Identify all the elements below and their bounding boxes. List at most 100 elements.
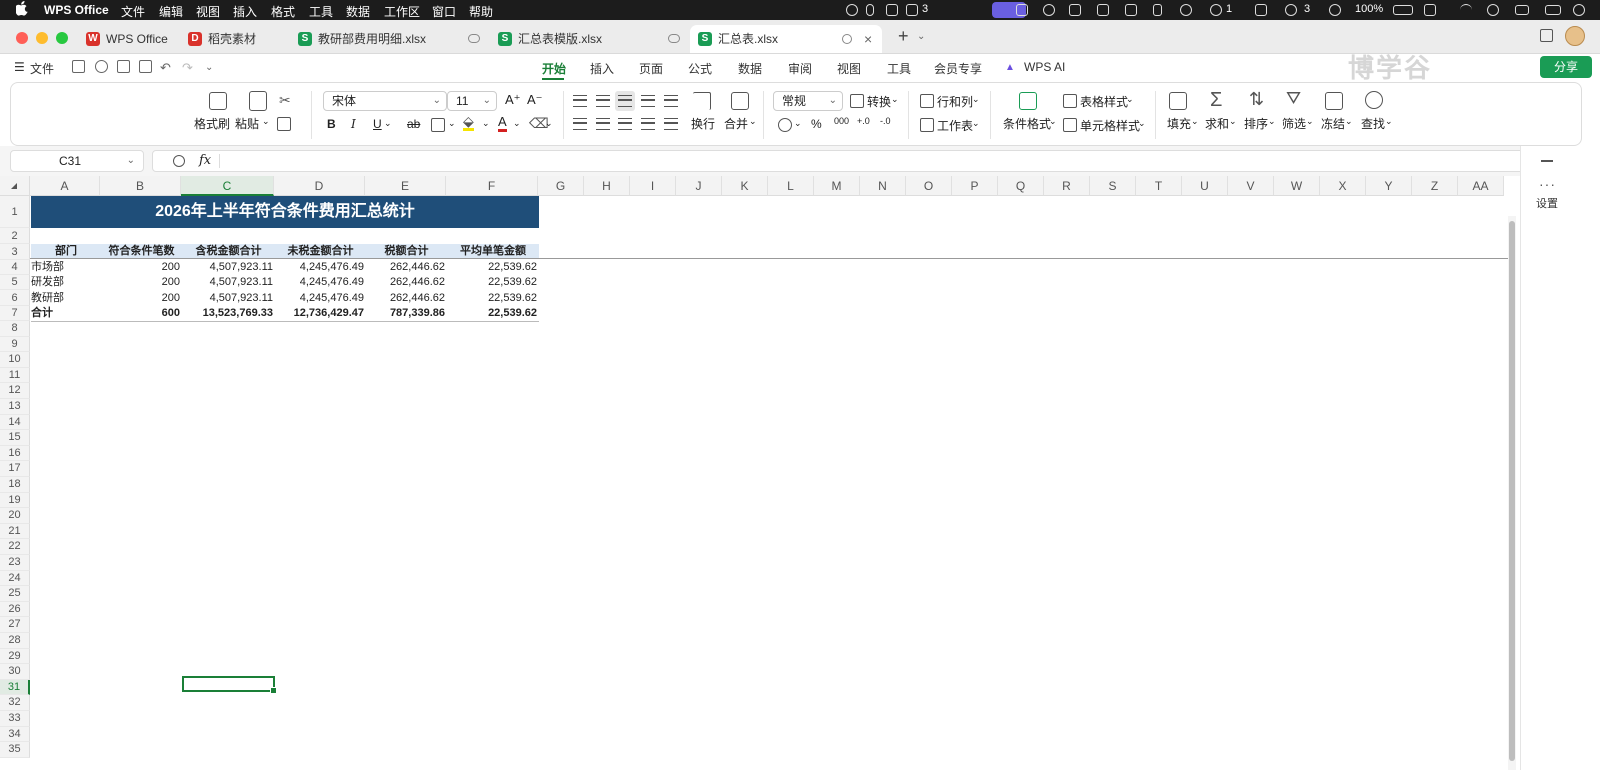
row-header-5[interactable]: 5: [0, 275, 30, 290]
underline-icon[interactable]: U: [373, 117, 382, 131]
cell-style-chevron-icon[interactable]: ⌄: [1138, 118, 1146, 129]
bilibili-icon[interactable]: [1069, 4, 1081, 16]
row-header-8[interactable]: 8: [0, 321, 30, 337]
menubar-edit[interactable]: 编辑: [159, 3, 183, 20]
tab-wps-office[interactable]: W WPS Office: [78, 25, 176, 53]
siri-icon[interactable]: [1573, 4, 1585, 16]
row-header-25[interactable]: 25: [0, 586, 30, 602]
row-header-31[interactable]: 31: [0, 679, 30, 696]
freeze-chevron-icon[interactable]: ⌄: [1345, 116, 1353, 127]
new-tab-icon[interactable]: +: [898, 26, 909, 47]
shirt-icon[interactable]: [906, 4, 918, 16]
row-header-12[interactable]: 12: [0, 383, 30, 399]
chat-bubble-icon[interactable]: [1210, 4, 1222, 16]
row-header-3[interactable]: 3: [0, 244, 30, 260]
row-header-24[interactable]: 24: [0, 570, 30, 587]
total-tax-amount[interactable]: 787,339.86: [366, 306, 447, 322]
column-header-h[interactable]: H: [584, 176, 630, 196]
row-header-35[interactable]: 35: [0, 742, 30, 758]
header-average[interactable]: 平均单笔金额: [447, 244, 539, 259]
cell-tax-included[interactable]: 4,507,923.11: [182, 260, 275, 275]
increase-indent-icon[interactable]: [664, 95, 678, 107]
cat-icon[interactable]: [1125, 4, 1137, 16]
vertical-scrollbar[interactable]: [1508, 216, 1516, 770]
screenshot-tool-icon[interactable]: [1424, 4, 1436, 16]
column-header-q[interactable]: Q: [998, 176, 1044, 196]
column-header-p[interactable]: P: [952, 176, 998, 196]
cell-tax-excluded[interactable]: 4,245,476.49: [275, 291, 366, 306]
user-avatar[interactable]: [1565, 26, 1585, 46]
total-tax-included[interactable]: 13,523,769.33: [182, 306, 275, 322]
align-middle-icon[interactable]: [596, 95, 610, 107]
row-header-9[interactable]: 9: [0, 336, 30, 353]
distributed-icon[interactable]: [664, 118, 678, 130]
menubar-view[interactable]: 视图: [196, 3, 220, 20]
capcut-icon[interactable]: [1097, 4, 1109, 16]
column-header-k[interactable]: K: [722, 176, 768, 196]
column-header-e[interactable]: E: [365, 176, 446, 196]
column-header-z[interactable]: Z: [1412, 176, 1458, 196]
input-method-icon[interactable]: [886, 4, 898, 16]
microphone-icon[interactable]: [866, 4, 874, 16]
cell-average[interactable]: 22,539.62: [447, 260, 539, 275]
ribbon-tab-data[interactable]: 数据: [738, 60, 762, 77]
spotlight-search-icon[interactable]: [1487, 4, 1499, 16]
row-header-19[interactable]: 19: [0, 492, 30, 509]
bold-icon[interactable]: B: [327, 117, 336, 131]
active-cell-selection[interactable]: [182, 676, 277, 694]
spreadsheet-grid[interactable]: A B C D E F G H I J K L M N O P Q R S T U V W X Y Z AA 1 2 3 4 5 6 7 8 9 10…: [0, 176, 1552, 770]
formula-input[interactable]: fx: [152, 150, 1542, 172]
ribbon-tab-view[interactable]: 视图: [837, 60, 861, 77]
row-header-4[interactable]: 4: [0, 260, 30, 275]
fill-button[interactable]: 填充: [1167, 115, 1191, 132]
menubar-insert[interactable]: 插入: [233, 3, 257, 20]
file-menu-button[interactable]: 文件: [30, 60, 54, 77]
font-color-icon[interactable]: A: [498, 115, 507, 132]
print-icon[interactable]: [117, 60, 130, 73]
column-header-s[interactable]: S: [1090, 176, 1136, 196]
emoji-status-icon[interactable]: [846, 4, 858, 16]
cell-count[interactable]: 200: [101, 291, 182, 306]
cell-average[interactable]: 22,539.62: [447, 291, 539, 306]
column-header-v[interactable]: V: [1228, 176, 1274, 196]
window-layout-icon[interactable]: [1540, 29, 1553, 42]
thousands-icon[interactable]: 000: [834, 116, 849, 126]
row-header-26[interactable]: 26: [0, 601, 30, 618]
cell-count[interactable]: 200: [101, 260, 182, 275]
parking-icon[interactable]: [1255, 4, 1267, 16]
column-header-w[interactable]: W: [1274, 176, 1320, 196]
ribbon-tab-formula[interactable]: 公式: [688, 60, 712, 77]
row-header-2[interactable]: 2: [0, 228, 30, 244]
worksheet-button[interactable]: 工作表: [937, 117, 973, 134]
undo-icon[interactable]: ↶: [160, 60, 171, 76]
close-tab-icon[interactable]: ×: [864, 25, 872, 53]
row-header-21[interactable]: 21: [0, 523, 30, 540]
total-tax-excluded[interactable]: 12,736,429.47: [275, 306, 366, 322]
freeze-button[interactable]: 冻结: [1321, 115, 1345, 132]
wrap-text-button[interactable]: 换行: [691, 115, 715, 132]
row-header-13[interactable]: 13: [0, 399, 30, 415]
row-header-6[interactable]: 6: [0, 290, 30, 306]
sort-chevron-icon[interactable]: ⌄: [1268, 116, 1276, 127]
justify-icon[interactable]: [641, 118, 655, 130]
number-format-select[interactable]: 常规 ⌄: [773, 91, 843, 111]
cell-count[interactable]: 200: [101, 275, 182, 290]
menubar-window[interactable]: 窗口: [432, 3, 456, 20]
fill-color-icon[interactable]: ⬙: [463, 114, 474, 131]
rows-columns-button[interactable]: 行和列: [937, 93, 973, 110]
merge-chevron-icon[interactable]: ⌄: [749, 116, 757, 127]
column-header-d[interactable]: D: [274, 176, 365, 196]
cell-tax-amount[interactable]: 262,446.62: [366, 291, 447, 306]
total-label[interactable]: 合计: [31, 306, 101, 322]
italic-icon[interactable]: I: [351, 117, 356, 131]
scrollbar-thumb[interactable]: [1509, 221, 1515, 761]
tab-summary-template[interactable]: S 汇总表模版.xlsx: [490, 25, 686, 53]
insert-function-icon[interactable]: fx: [199, 153, 211, 168]
ribbon-tab-tools[interactable]: 工具: [887, 60, 911, 77]
font-size-select[interactable]: 11 ⌄: [447, 91, 497, 111]
menubar-data[interactable]: 数据: [346, 3, 370, 20]
column-header-j[interactable]: J: [676, 176, 722, 196]
cell-average[interactable]: 22,539.62: [447, 275, 539, 290]
zoom-formula-icon[interactable]: [173, 155, 185, 167]
ribbon-tab-member[interactable]: 会员专享: [934, 60, 982, 77]
